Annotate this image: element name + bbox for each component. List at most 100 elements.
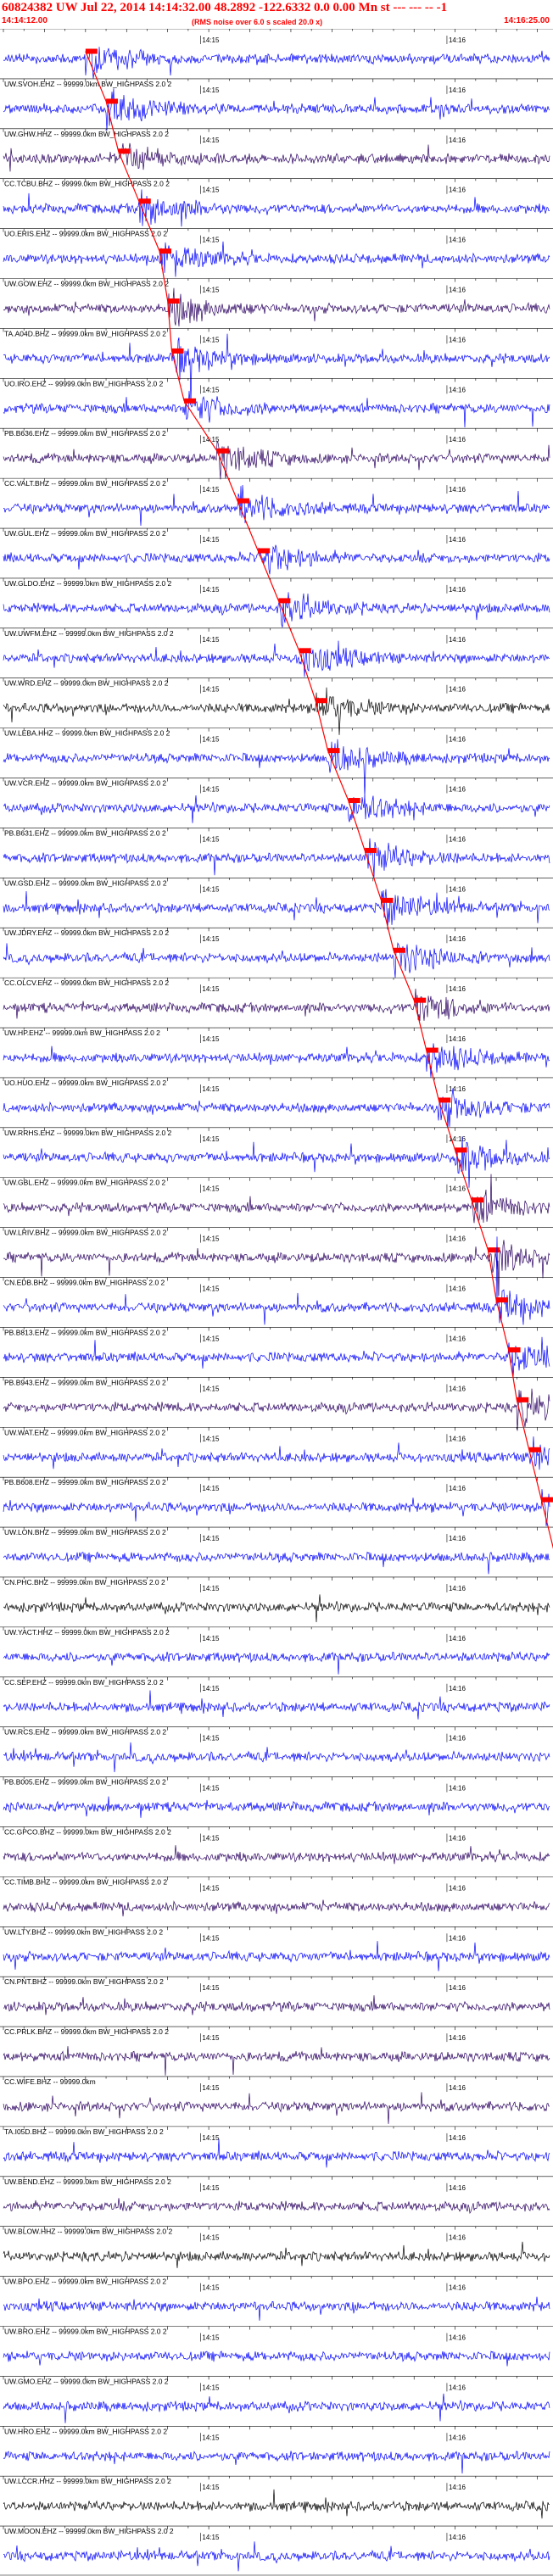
minute-tick-label: 14:15 [202,36,220,44]
pick-marker [508,1347,521,1352]
pick-marker [171,348,184,354]
minute-tick-label: 14:15 [202,835,220,843]
trace-19: 14:15 14:16 CC.OLCV.EHZ -- 99999.0km BW_HI… [0,977,553,1022]
waveform [3,88,550,131]
trace-17: 14:15 14:16 UW.GSD.EHZ -- 99999.0km BW_HIG… [0,878,553,930]
trace-21: 14:15 14:16 UO.HUO.EHZ -- 99999.0km BW_HIG… [0,1077,553,1128]
trace-label: UW.RRHS.EHZ -- 99999.0km BW_HIGHPASS 2.0… [4,1129,172,1137]
minute-tick-label: 14:16 [449,86,466,94]
trace-4: 14:15 14:16 UO.ERIS.EHZ -- 99999.0km BW_HI… [0,228,553,277]
trace-label: UW.YACT.HHZ -- 99999.0km BW_HIGHPASS 2.0… [4,1628,170,1636]
trace-35: 14:15 14:16 PB.B005.EHZ -- 99999.0km BW_HI… [0,1776,553,1818]
pick-marker [327,748,340,754]
trace-label: UW.GUL.EHZ -- 99999.0km BW_HIGHPASS 2.0 … [4,529,166,538]
record-header: 60824382 UW Jul 22, 2014 14:14:32.00 48.… [0,0,553,29]
pick-marker [528,1447,541,1452]
minute-tick-label: 14:16 [449,2234,466,2242]
trace-label: UW.GSD.EHZ -- 99999.0km BW_HIGHPASS 2.0 … [4,878,167,887]
waveform [3,988,550,1022]
minute-tick-label: 14:15 [202,187,220,194]
pick-marker [316,698,327,704]
minute-tick-label: 14:15 [202,686,220,694]
trace-28: 14:15 14:16 UW.WAT.EHZ -- 99999.0km BW_HIG… [0,1426,553,1470]
trace-44: 14:15 14:16 UW.BLOW.HHZ -- 99999.0km BW_HI… [0,2226,553,2268]
waveform [3,2241,550,2268]
trace-47: 14:15 14:16 UW.GMO.EHZ -- 99999.0km BW_HIG… [0,2376,553,2423]
trace-label: UO.IRO.EHZ -- 99999.0km BW_HIGHPASS 2.0 … [4,379,164,388]
pick-marker [394,947,405,953]
minute-tick-label: 14:16 [449,2034,466,2042]
waveform [3,942,550,979]
trace-label: PB.B631.EHZ -- 99999.0km BW_HIGHPASS 2.0… [4,828,166,837]
waveform [3,189,550,227]
start-time: 14:14:12.00 [2,16,47,25]
waveform [3,1594,550,1623]
trace-23: 14:15 14:16 UW.GBL.EHZ -- 99999.0km BW_HIG… [0,1174,553,1224]
minute-tick-label: 14:15 [202,1035,220,1043]
pick-marker [488,1247,500,1253]
pick-marker [381,897,394,903]
minute-tick-label: 14:15 [202,736,220,744]
minute-tick-label: 14:15 [202,1934,220,1942]
minute-tick-label: 14:16 [449,2284,466,2292]
trace-46: 14:15 14:16 UW.BRO.EHZ -- 99999.0km BW_HIG… [0,2326,553,2367]
trace-label: CN.EDB.BHZ -- 99999.0km BW_HIGHPASS 2.0 … [4,1279,165,1287]
trace-42: 14:15 14:16 TA.I05D.BHZ -- 99999.0km BW_HI… [0,2126,553,2168]
minute-tick-label: 14:16 [449,1884,466,1892]
trace-label: UW.BRO.EHZ -- 99999.0km BW_HIGHPASS 2.0 … [4,2327,167,2335]
trace-label: UW.HP.EHZ -- 99999.0km BW_HIGHPASS 2.0 2 [4,1029,160,1037]
waveform [3,838,550,878]
minute-tick-label: 14:16 [449,1035,466,1043]
trace-label: TA.I05D.BHZ -- 99999.0km BW_HIGHPASS 2.0… [4,2127,164,2136]
minute-tick-label: 14:16 [449,1785,466,1793]
minute-tick-label: 14:15 [202,1834,220,1842]
trace-39: 14:15 14:16 CN.PNT.BHZ -- 99999.0km BW_HIG… [0,1976,553,2016]
minute-tick-label: 14:16 [449,985,466,993]
waveform [3,440,550,480]
minute-tick-label: 14:16 [449,1984,466,1992]
waveform [3,2350,550,2367]
seismogram-section: 14:15 14:16 14:15 14:16 UW.SVOH.EHZ -- 99999… [0,29,553,2576]
minute-tick-label: 14:15 [202,1884,220,1892]
minute-tick-label: 14:15 [202,237,220,244]
minute-tick-label: 14:15 [202,2384,220,2391]
pick-marker [167,298,180,304]
trace-50: 14:15 14:16 UW.MOON.EHZ -- 99999.0km BW_HI… [0,2525,553,2572]
trace-label: PB.B005.EHZ -- 99999.0km BW_HIGHPASS 2.0… [4,1778,166,1787]
waveform [3,1796,550,1818]
minute-tick-label: 14:15 [202,1485,220,1492]
minute-tick-label: 14:16 [449,885,466,893]
waveform [3,2541,550,2572]
waveform [3,333,550,405]
minute-tick-label: 14:16 [449,1235,466,1243]
minute-tick-label: 14:15 [202,2034,220,2042]
trace-label: UW.GLDO.EHZ -- 99999.0km BW_HIGHPASS 2.0… [4,579,172,588]
waveform [3,1088,550,1128]
minute-tick-label: 14:15 [202,1585,220,1592]
trace-label: UW.SVOH.EHZ -- 99999.0km BW_HIGHPASS 2.0… [4,80,172,88]
waveform [3,1551,550,1575]
waveform [3,2451,550,2474]
minute-tick-label: 14:16 [449,287,466,294]
minute-tick-label: 14:15 [202,1984,220,1992]
trace-label: UW.JDRY.EHZ -- 99999.0km BW_HIGHPASS 2.0… [4,928,169,937]
minute-tick-label: 14:15 [202,1185,220,1193]
trace-40: 14:15 14:16 CC.PRLK.BHZ -- 99999.0km BW_HI… [0,2026,553,2076]
trace-label: UW.LEBA.HHZ -- 99999.0km BW_HIGHPASS 2.0… [4,729,170,738]
waveform [3,241,550,277]
minute-tick-label: 14:15 [202,885,220,893]
waveform [3,2393,550,2423]
trace-label: UW.RCS.EHZ -- 99999.0km BW_HIGHPASS 2.0 … [4,1728,166,1737]
pick-marker [258,548,271,554]
trace-3: 14:15 14:16 CC.TCBU.BHZ -- 99999.0km BW_HI… [0,178,553,227]
waveform [3,1240,550,1296]
trace-label: CN.PNT.BHZ -- 99999.0km BW_HIGHPASS 2.0 … [4,1977,164,1986]
trace-49: 14:15 14:16 UW.LCCR.HHZ -- 99999.0km BW_HI… [0,2475,553,2519]
minute-tick-label: 14:15 [202,2484,220,2491]
waveform [3,2489,550,2519]
trace-11: 14:15 14:16 UW.GLDO.EHZ -- 99999.0km BW_HI… [0,577,553,628]
minute-tick-label: 14:15 [202,536,220,544]
trace-45: 14:15 14:16 UW.BPO.EHZ -- 99999.0km BW_HIG… [0,2276,553,2321]
minute-tick-label: 14:16 [449,636,466,644]
minute-tick-label: 14:15 [202,786,220,794]
